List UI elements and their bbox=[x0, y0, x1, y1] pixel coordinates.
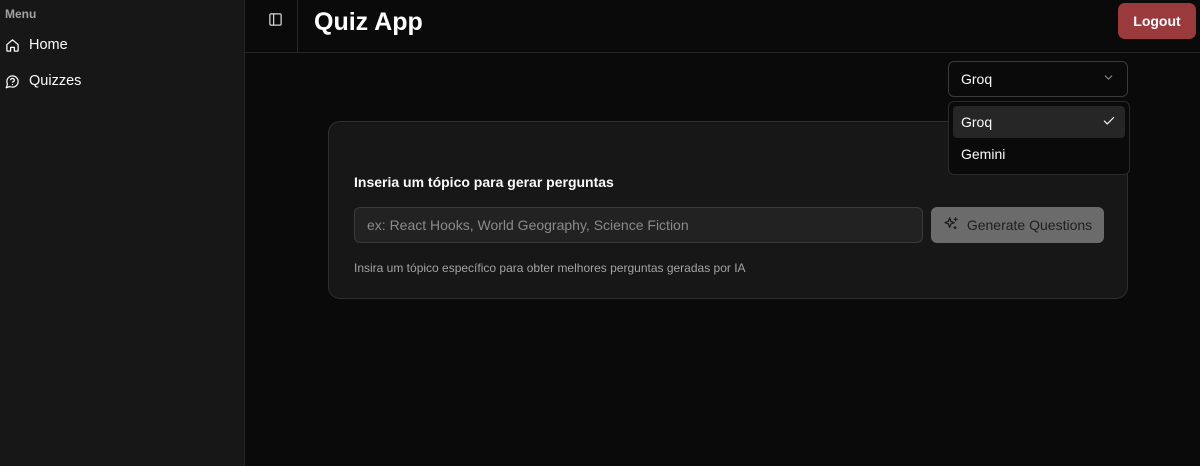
sidebar-item-home[interactable]: Home bbox=[0, 30, 244, 60]
generate-button-label: Generate Questions bbox=[966, 217, 1093, 233]
home-icon bbox=[5, 38, 20, 53]
sidebar-toggle-button[interactable] bbox=[264, 11, 286, 33]
logout-button[interactable]: Logout bbox=[1118, 3, 1196, 39]
topic-input[interactable] bbox=[354, 207, 923, 243]
page-title: Quiz App bbox=[314, 8, 423, 36]
generate-questions-button[interactable]: Generate Questions bbox=[931, 207, 1104, 243]
select-option-groq[interactable]: Groq bbox=[953, 106, 1125, 138]
panel-left-icon bbox=[268, 12, 283, 32]
chevron-down-icon bbox=[1102, 71, 1115, 87]
header: Quiz App Logout bbox=[245, 0, 1200, 53]
model-select-dropdown: Groq Gemini bbox=[948, 101, 1130, 175]
sparkles-icon bbox=[943, 216, 959, 235]
sidebar-item-label: Home bbox=[29, 37, 68, 53]
option-label: Gemini bbox=[961, 146, 1006, 162]
topic-label: Inseria um tópico para gerar perguntas bbox=[354, 174, 614, 190]
option-label: Groq bbox=[961, 114, 993, 130]
message-circle-question-icon bbox=[5, 74, 20, 89]
select-option-gemini[interactable]: Gemini bbox=[953, 138, 1125, 170]
model-select-value: Groq bbox=[961, 71, 993, 87]
sidebar: Menu Home Quizzes bbox=[0, 0, 245, 466]
sidebar-group-label: Menu bbox=[5, 7, 37, 21]
model-select[interactable]: Groq bbox=[948, 61, 1128, 97]
header-divider bbox=[297, 0, 298, 52]
sidebar-item-quizzes[interactable]: Quizzes bbox=[0, 66, 244, 96]
check-icon bbox=[1102, 114, 1116, 131]
sidebar-item-label: Quizzes bbox=[29, 73, 82, 89]
helper-text: Insira um tópico específico para obter m… bbox=[354, 261, 746, 275]
